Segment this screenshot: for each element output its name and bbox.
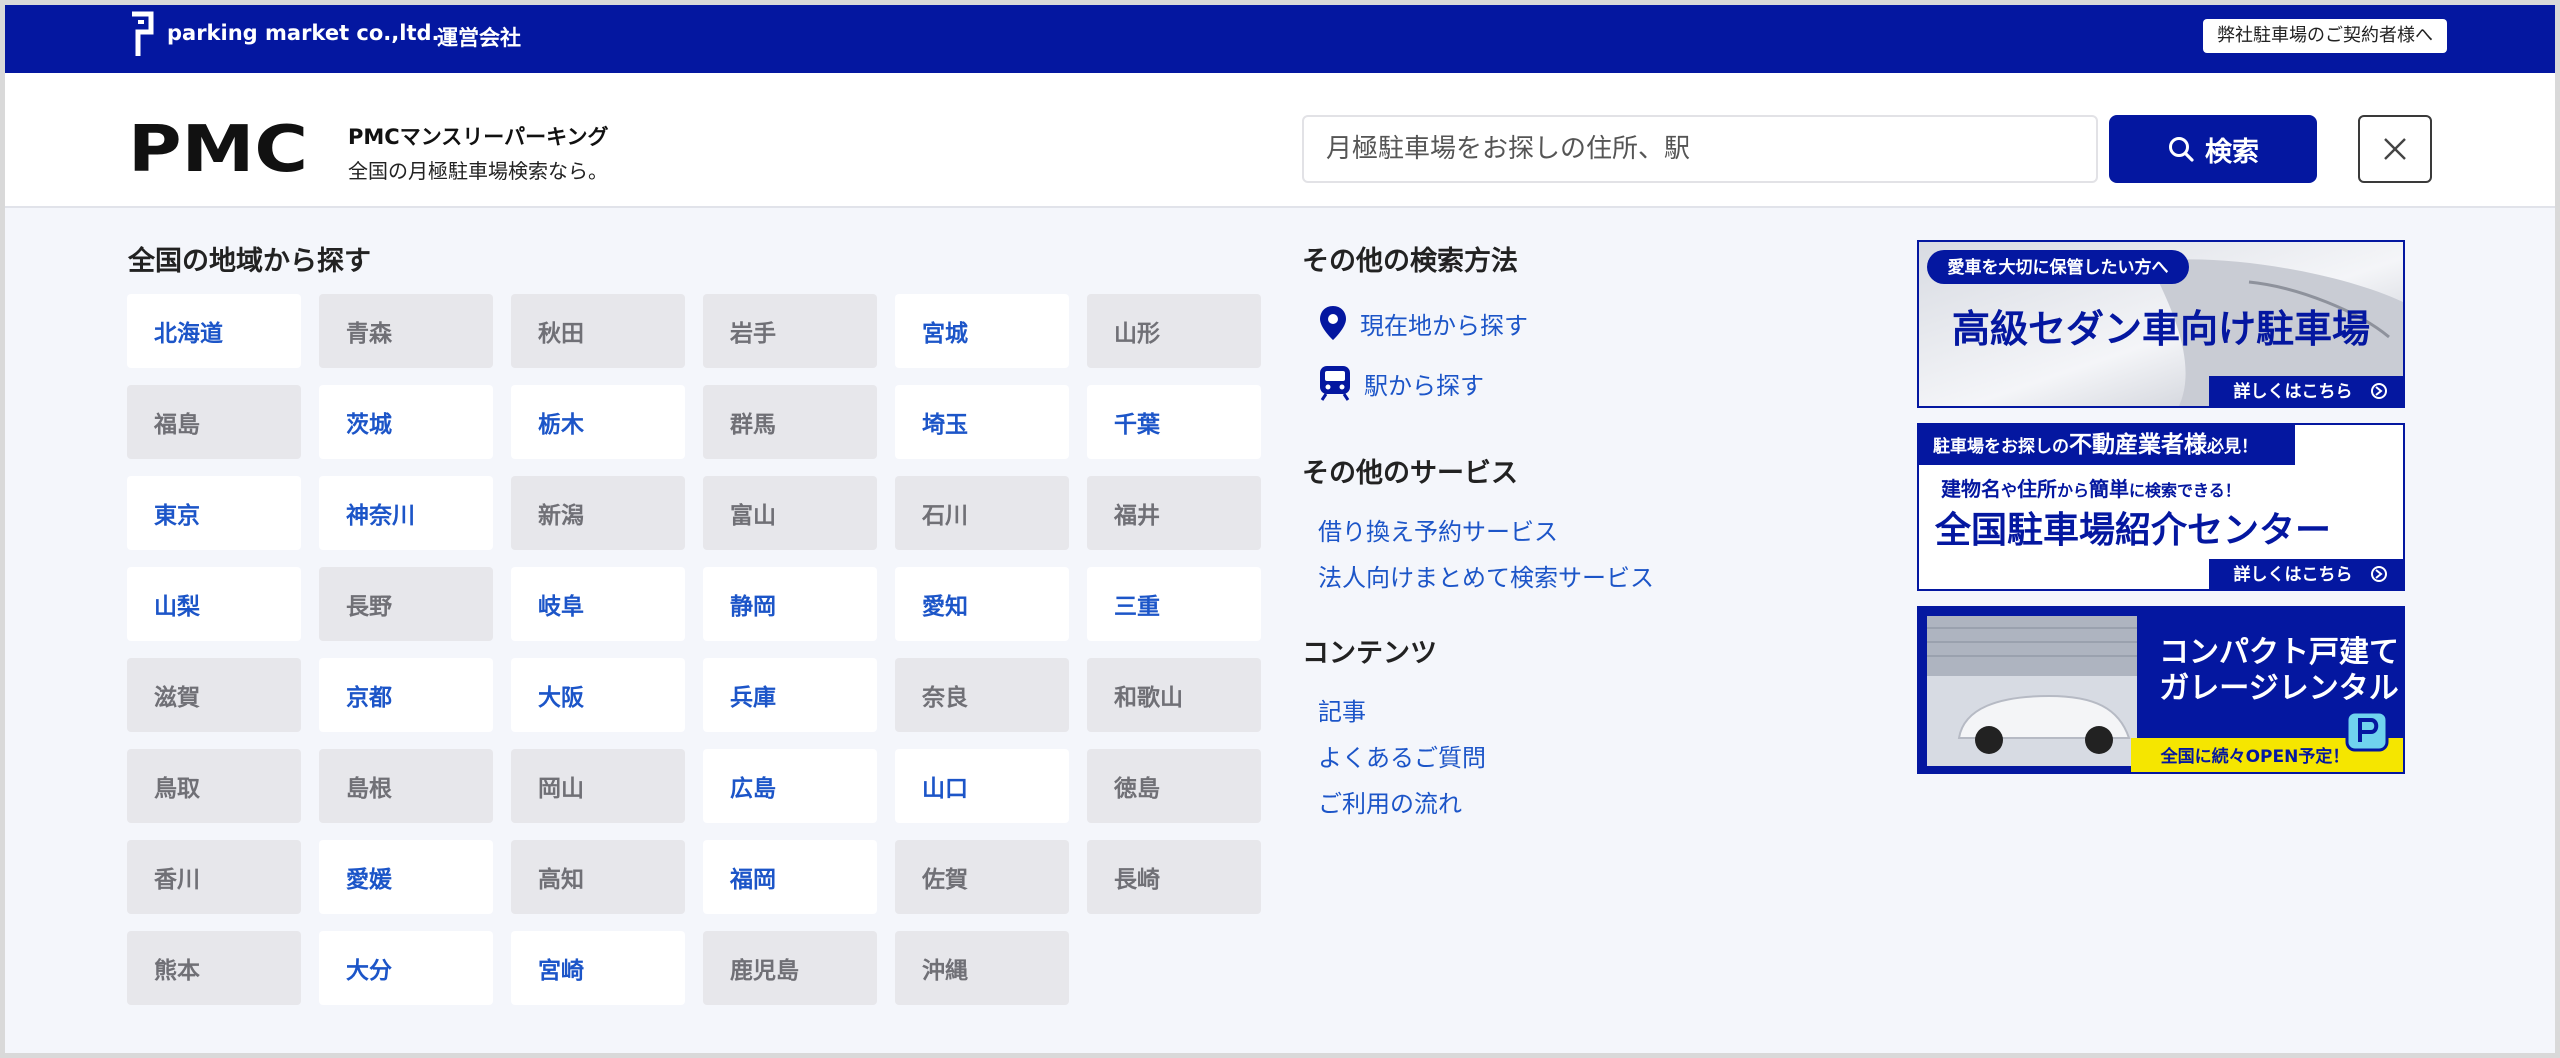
prefecture-tile[interactable]: 千葉 xyxy=(1087,385,1261,459)
prefecture-tile[interactable]: 宮城 xyxy=(895,294,1069,368)
company-name-link[interactable]: parking market co.,ltd. xyxy=(167,21,440,45)
usage-flow-link[interactable]: ご利用の流れ xyxy=(1318,784,1462,819)
prefecture-tile: 群馬 xyxy=(703,385,877,459)
prefecture-tile: 岩手 xyxy=(703,294,877,368)
prefecture-tile: 山形 xyxy=(1087,294,1261,368)
realestate-banner-image: 駐車場をお探しの不動産業者様必見！ 建物名や住所から簡単に検索できる！ 全国駐車… xyxy=(1919,425,2403,589)
faq-link[interactable]: よくあるご質問 xyxy=(1318,738,1486,773)
pmc-logo[interactable]: PMC xyxy=(128,119,308,175)
close-icon xyxy=(2384,138,2406,160)
page: parking market co.,ltd. 運営会社 弊社駐車場のご契約者様… xyxy=(5,5,2555,1053)
current-location-label: 現在地から探す xyxy=(1360,311,1528,340)
svg-text:詳しくはこちら: 詳しくはこちら xyxy=(2234,564,2353,585)
prefecture-tile[interactable]: 愛媛 xyxy=(319,840,493,914)
prefecture-tile: 香川 xyxy=(127,840,301,914)
prefecture-tile[interactable]: 愛知 xyxy=(895,567,1069,641)
contents-title: コンテンツ xyxy=(1302,638,1437,669)
sedan-banner-image: 愛車を大切に保管したい方へ 高級セダン車向け駐車場 詳しくはこちら xyxy=(1919,242,2403,406)
prefecture-tile: 鳥取 xyxy=(127,749,301,823)
prefecture-tile: 佐賀 xyxy=(895,840,1069,914)
prefecture-tile[interactable]: 広島 xyxy=(703,749,877,823)
prefecture-tile[interactable]: 宮崎 xyxy=(511,931,685,1005)
svg-text:コンパクト戸建て: コンパクト戸建て xyxy=(2159,635,2399,670)
prefecture-tile: 沖縄 xyxy=(895,931,1069,1005)
prefecture-tile[interactable]: 東京 xyxy=(127,476,301,550)
other-methods-title: その他の検索方法 xyxy=(1302,246,1518,277)
search-icon xyxy=(2169,137,2194,162)
prefecture-tile: 長野 xyxy=(319,567,493,641)
current-location-link[interactable]: 現在地から探す xyxy=(1318,305,1528,341)
svg-text:PMC: PMC xyxy=(128,119,308,175)
header: PMC PMCマンスリーパーキング 全国の月極駐車場検索なら。 検索 xyxy=(5,73,2555,208)
prefecture-tile: 長崎 xyxy=(1087,840,1261,914)
svg-text:建物名や住所から簡単に検索できる！: 建物名や住所から簡単に検索できる！ xyxy=(1941,477,2241,501)
prefecture-tile: 高知 xyxy=(511,840,685,914)
prefecture-tile: 徳島 xyxy=(1087,749,1261,823)
prefecture-tile: 福島 xyxy=(127,385,301,459)
luxury-sedan-banner[interactable]: 愛車を大切に保管したい方へ 高級セダン車向け駐車場 詳しくはこちら xyxy=(1917,240,2405,408)
prefecture-tile: 富山 xyxy=(703,476,877,550)
train-icon xyxy=(1320,366,1350,401)
prefecture-tile: 石川 xyxy=(895,476,1069,550)
prefecture-tile[interactable]: 茨城 xyxy=(319,385,493,459)
svg-text:全国駐車場紹介センター: 全国駐車場紹介センター xyxy=(1934,509,2331,551)
prefecture-grid: 北海道 青森 秋田 岩手 宮城 山形福島 茨城 栃木 群馬 埼玉 千葉東京 神奈川 新潟 富山 石川 福井山梨… xyxy=(127,294,1261,1005)
prefecture-tile[interactable]: 三重 xyxy=(1087,567,1261,641)
prefecture-tile[interactable]: 京都 xyxy=(319,658,493,732)
prefecture-tile: 滋賀 xyxy=(127,658,301,732)
prefecture-tile[interactable]: 兵庫 xyxy=(703,658,877,732)
prefecture-tile: 和歌山 xyxy=(1087,658,1261,732)
operator-link[interactable]: 運営会社 xyxy=(437,22,521,52)
station-label: 駅から探す xyxy=(1364,371,1484,400)
prefecture-tile: 青森 xyxy=(319,294,493,368)
station-link[interactable]: 駅から探す xyxy=(1318,365,1484,401)
prefecture-tile[interactable]: 神奈川 xyxy=(319,476,493,550)
prefecture-tile: 熊本 xyxy=(127,931,301,1005)
prefecture-tile[interactable]: 山梨 xyxy=(127,567,301,641)
svg-text:ガレージレンタル: ガレージレンタル xyxy=(2159,671,2398,706)
articles-link[interactable]: 記事 xyxy=(1318,692,1366,727)
svg-text:愛車を大切に保管したい方へ: 愛車を大切に保管したい方へ xyxy=(1948,257,2169,278)
garage-banner-image: コンパクト戸建て ガレージレンタル 全国に続々OPEN予定！ xyxy=(1919,608,2403,772)
parking-introduction-center-banner[interactable]: 駐車場をお探しの不動産業者様必見！ 建物名や住所から簡単に検索できる！ 全国駐車… xyxy=(1917,423,2405,591)
prefecture-tile[interactable]: 大分 xyxy=(319,931,493,1005)
prefecture-tile[interactable]: 栃木 xyxy=(511,385,685,459)
prefecture-tile[interactable]: 静岡 xyxy=(703,567,877,641)
top-bar: parking market co.,ltd. 運営会社 弊社駐車場のご契約者様… xyxy=(5,5,2555,73)
brand-subtitle: 全国の月極駐車場検索なら。 xyxy=(348,159,608,183)
regions-title: 全国の地域から探す xyxy=(128,246,371,277)
prefecture-tile: 福井 xyxy=(1087,476,1261,550)
prefecture-tile: 秋田 xyxy=(511,294,685,368)
close-button[interactable] xyxy=(2358,115,2432,183)
svg-text:高級セダン車向け駐車場: 高級セダン車向け駐車場 xyxy=(1952,307,2370,351)
location-pin-icon xyxy=(1320,306,1346,340)
prefecture-tile: 鹿児島 xyxy=(703,931,877,1005)
prefecture-tile[interactable]: 福岡 xyxy=(703,840,877,914)
prefecture-tile: 奈良 xyxy=(895,658,1069,732)
refinance-reservation-link[interactable]: 借り換え予約サービス xyxy=(1318,512,1558,547)
corporate-search-link[interactable]: 法人向けまとめて検索サービス xyxy=(1318,558,1654,593)
prefecture-tile[interactable]: 北海道 xyxy=(127,294,301,368)
company-logo-icon[interactable] xyxy=(129,10,155,58)
prefecture-tile[interactable]: 埼玉 xyxy=(895,385,1069,459)
prefecture-tile[interactable]: 岐阜 xyxy=(511,567,685,641)
prefecture-tile[interactable]: 山口 xyxy=(895,749,1069,823)
prefecture-tile: 島根 xyxy=(319,749,493,823)
svg-text:詳しくはこちら: 詳しくはこちら xyxy=(2234,381,2353,402)
search-button[interactable]: 検索 xyxy=(2109,115,2317,183)
search-input[interactable] xyxy=(1302,115,2098,183)
svg-text:全国に続々OPEN予定！: 全国に続々OPEN予定！ xyxy=(2160,746,2350,767)
prefecture-tile[interactable]: 大阪 xyxy=(511,658,685,732)
search-button-label: 検索 xyxy=(2205,136,2259,168)
contractor-button[interactable]: 弊社駐車場のご契約者様へ xyxy=(2203,19,2447,53)
brand-title: PMCマンスリーパーキング xyxy=(348,125,609,149)
other-services-title: その他のサービス xyxy=(1302,458,1518,489)
garage-rental-banner[interactable]: コンパクト戸建て ガレージレンタル 全国に続々OPEN予定！ xyxy=(1917,606,2405,774)
prefecture-tile: 岡山 xyxy=(511,749,685,823)
prefecture-tile: 新潟 xyxy=(511,476,685,550)
